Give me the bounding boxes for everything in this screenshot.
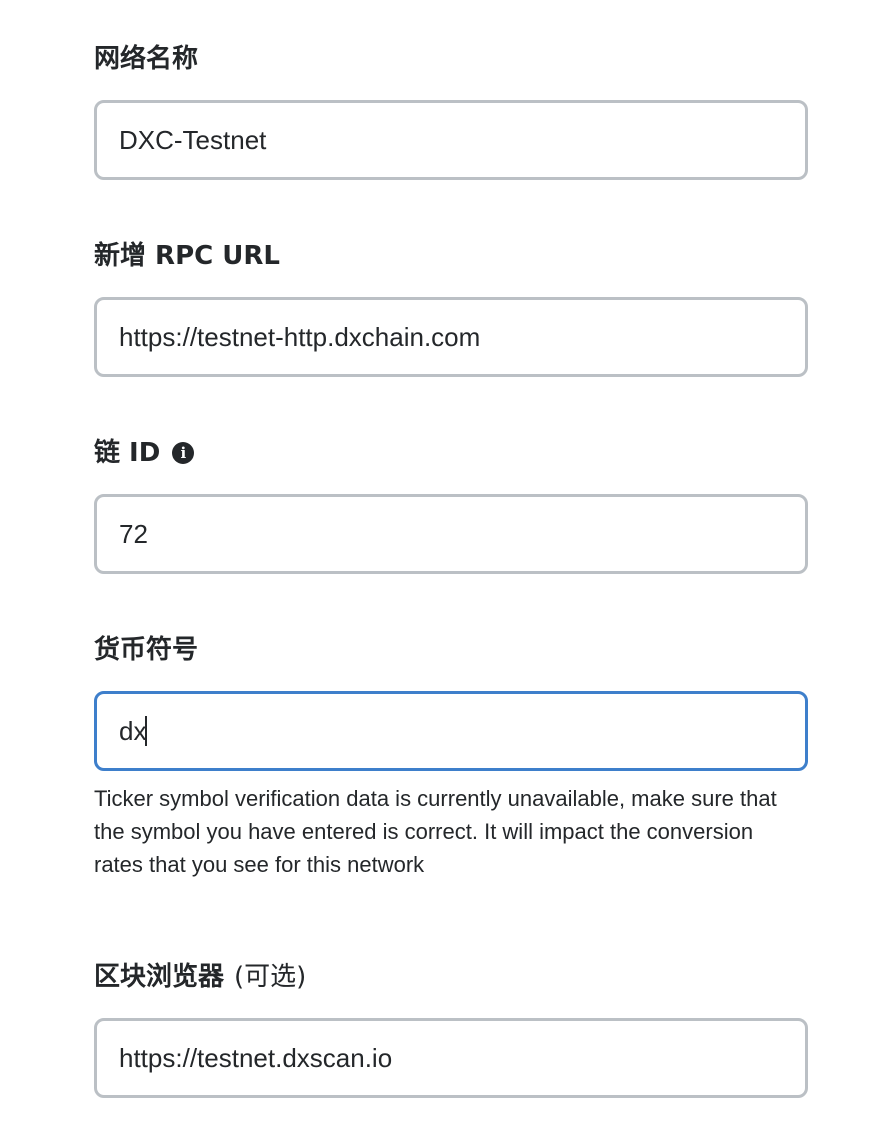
chain-id-label: 链 ID i <box>94 436 195 470</box>
network-name-label: 网络名称 <box>94 42 198 76</box>
network-name-field[interactable] <box>94 100 808 180</box>
block-explorer-field[interactable] <box>94 1018 808 1098</box>
info-icon[interactable]: i <box>172 442 195 464</box>
currency-symbol-value[interactable]: dx <box>119 716 146 747</box>
rpc-url-field[interactable] <box>94 297 808 377</box>
rpc-url-input[interactable] <box>119 321 779 353</box>
currency-symbol-field[interactable]: dx <box>94 691 808 771</box>
block-explorer-label: 区块浏览器 (可选) <box>94 960 306 994</box>
ticker-warning-text: Ticker symbol verification data is curre… <box>94 786 777 877</box>
network-form: 网络名称 新增 RPC URL 链 ID i 货币符号 dx Ticker sy… <box>0 0 888 1140</box>
currency-symbol-label-text: 货币符号 <box>94 635 199 665</box>
chain-id-label-text: 链 ID <box>94 438 161 468</box>
rpc-url-label: 新增 RPC URL <box>94 239 280 273</box>
chain-id-field[interactable] <box>94 494 808 574</box>
currency-symbol-label: 货币符号 <box>94 633 198 667</box>
chain-id-input[interactable] <box>119 518 779 550</box>
text-cursor <box>145 716 148 746</box>
network-name-input[interactable] <box>119 124 779 156</box>
optional-label: (可选) <box>234 962 307 992</box>
block-explorer-input[interactable] <box>119 1042 779 1074</box>
network-name-label-text: 网络名称 <box>94 44 199 74</box>
rpc-url-label-text: 新增 RPC URL <box>94 241 280 271</box>
block-explorer-label-text: 区块浏览器 <box>94 962 225 992</box>
